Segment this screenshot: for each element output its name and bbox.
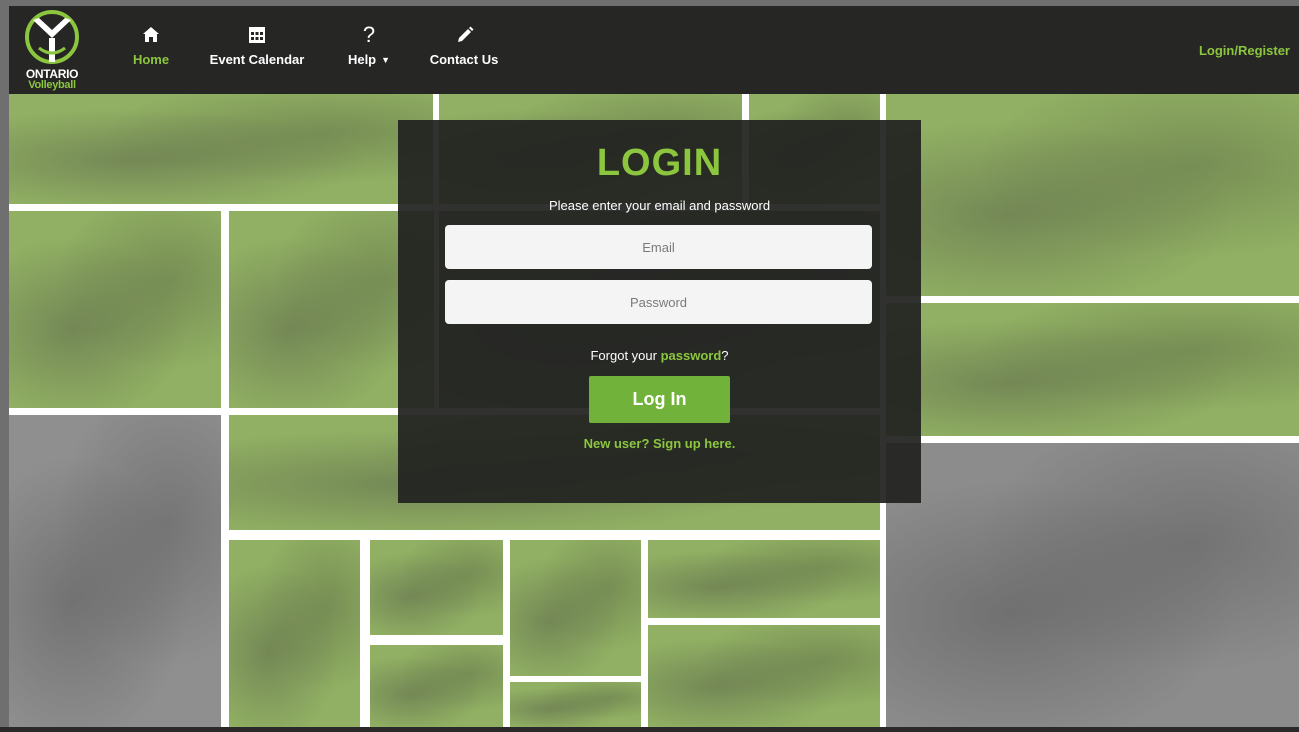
nav-home-label: Home	[132, 52, 170, 67]
login-title: LOGIN	[596, 142, 723, 184]
photo-tile	[510, 540, 641, 676]
photo-tile	[510, 682, 641, 727]
photo-tile	[9, 94, 433, 204]
password-field[interactable]	[445, 280, 872, 324]
photo-tile	[648, 625, 880, 727]
nav-contact-us[interactable]: Contact Us	[428, 24, 500, 67]
forgot-password-link[interactable]: password	[661, 348, 722, 363]
nav-event-calendar[interactable]: Event Calendar	[206, 24, 308, 67]
login-register-link[interactable]: Login/Register	[1199, 43, 1290, 58]
calendar-icon	[249, 27, 265, 43]
log-in-button[interactable]: Log In	[589, 376, 730, 423]
nav-help-label: Help	[347, 52, 377, 67]
forgot-prefix: Forgot your	[590, 348, 661, 363]
login-instructions: Please enter your email and password	[548, 198, 771, 213]
photo-tile	[9, 415, 221, 727]
question-icon: ?	[362, 22, 376, 47]
photo-tile	[648, 540, 880, 618]
forgot-suffix: ?	[721, 348, 729, 363]
top-navbar: ONTARIO Volleyball Home Event Calendar ?…	[9, 6, 1299, 94]
ontario-volleyball-logo[interactable]: ONTARIO Volleyball	[22, 8, 82, 92]
chevron-down-icon: ▼	[381, 55, 391, 65]
nav-contact-us-label: Contact Us	[429, 52, 499, 67]
photo-tile	[886, 303, 1299, 436]
photo-tile	[370, 645, 503, 727]
window-frame-bottom	[0, 727, 1299, 732]
logo-text-volleyball: Volleyball	[28, 79, 76, 91]
forgot-password-text: Forgot your password?	[398, 348, 921, 363]
home-icon	[143, 27, 159, 42]
pencil-icon	[458, 26, 474, 42]
logo-emblem-icon	[25, 10, 79, 64]
photo-tile	[370, 540, 503, 635]
photo-tile	[886, 443, 1299, 727]
login-panel: LOGIN Please enter your email and passwo…	[398, 120, 921, 503]
email-field[interactable]	[445, 225, 872, 269]
window-frame-left	[0, 0, 9, 732]
photo-tile	[886, 94, 1299, 296]
nav-help-dropdown[interactable]: ? Help ▼	[342, 22, 396, 68]
nav-event-calendar-label: Event Calendar	[209, 52, 305, 67]
sign-up-link[interactable]: New user? Sign up here.	[398, 436, 921, 451]
nav-home[interactable]: Home	[124, 24, 178, 67]
photo-tile	[9, 211, 221, 408]
photo-tile	[229, 540, 360, 727]
